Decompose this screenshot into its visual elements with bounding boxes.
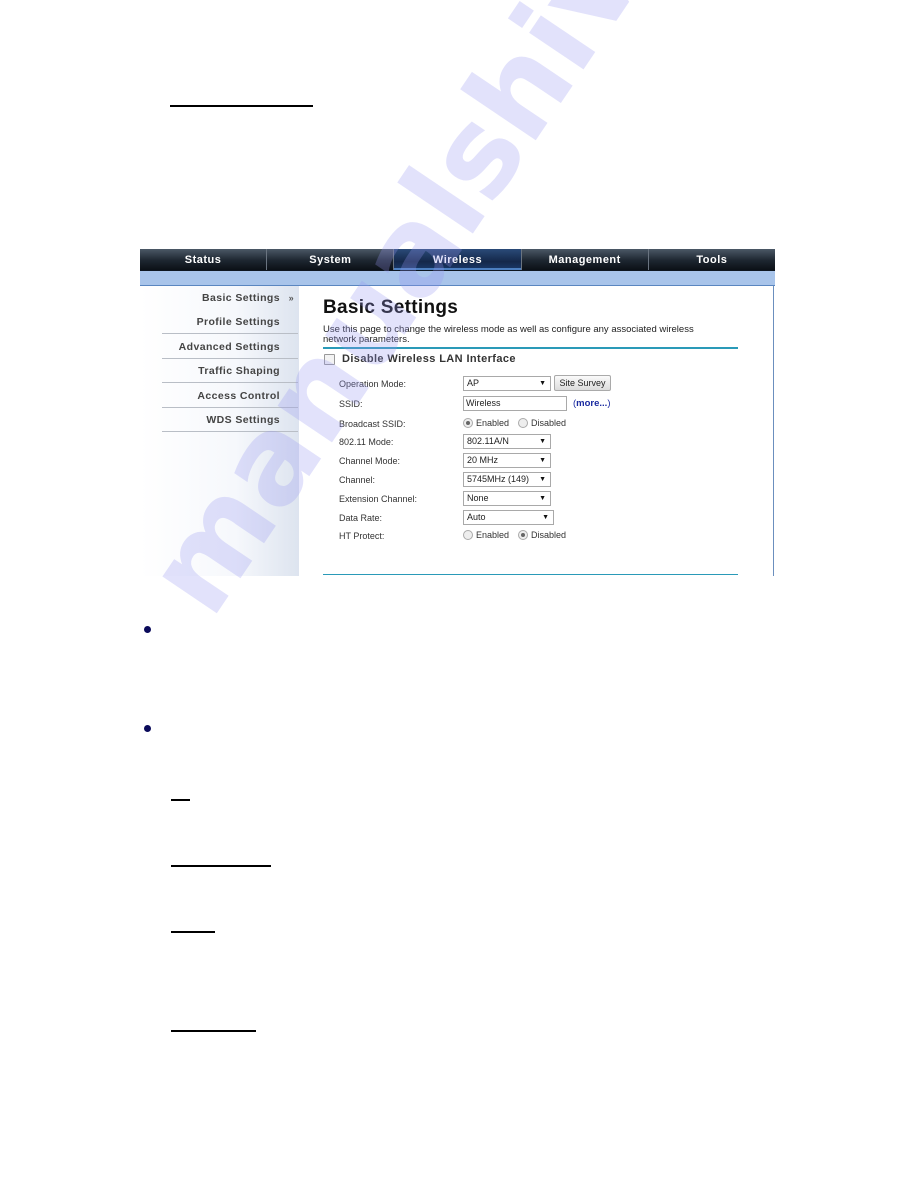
tab-tools[interactable]: Tools <box>649 249 775 270</box>
data-rate-select[interactable]: Auto ▼ <box>463 510 554 525</box>
tab-management[interactable]: Management <box>522 249 649 270</box>
broadcast-ssid-enabled-radio[interactable] <box>463 418 473 428</box>
sidebar-item-traffic-shaping[interactable]: Traffic Shaping <box>162 359 298 383</box>
operation-mode-select[interactable]: AP ▼ <box>463 376 551 391</box>
tab-system[interactable]: System <box>267 249 395 270</box>
data-rate-value: Auto <box>467 512 486 522</box>
more-link[interactable]: more... <box>576 398 607 409</box>
dropdown-arrow-icon: ▼ <box>539 495 546 502</box>
field-extension-channel: Extension Channel: None ▼ <box>339 491 739 508</box>
subheading-underline <box>171 1030 256 1032</box>
sidebar-item-advanced-settings[interactable]: Advanced Settings <box>162 335 298 359</box>
sidebar-item-label: WDS Settings <box>206 414 280 426</box>
ssid-input[interactable]: Wireless <box>463 396 567 411</box>
broadcast-ssid-label: Broadcast SSID: <box>339 419 406 429</box>
broadcast-ssid-disabled-radio[interactable] <box>518 418 529 428</box>
field-80211-mode: 802.11 Mode: 802.11A/N ▼ <box>339 434 739 451</box>
page-title: Basic Settings <box>323 297 459 318</box>
disable-wlan-checkbox[interactable] <box>324 353 335 365</box>
divider <box>323 347 738 349</box>
bullet-point <box>144 725 151 732</box>
bullet-point <box>144 626 151 633</box>
channel-mode-select[interactable]: 20 MHz ▼ <box>463 453 551 468</box>
channel-value: 5745MHz (149) <box>467 474 530 484</box>
divider-bottom <box>323 574 738 575</box>
subheading-underline <box>171 799 190 801</box>
top-nav-bar: Status System Wireless Management Tools <box>140 249 775 271</box>
sidebar-item-label: Traffic Shaping <box>198 365 280 377</box>
dropdown-arrow-icon: ▼ <box>539 457 546 464</box>
field-data-rate: Data Rate: Auto ▼ <box>339 510 739 527</box>
field-broadcast-ssid: Broadcast SSID: Enabled Disabled <box>339 416 739 433</box>
dropdown-arrow-icon: ▼ <box>539 380 546 387</box>
subheading-underline <box>171 865 271 867</box>
tab-status[interactable]: Status <box>140 249 268 270</box>
disable-wlan-row: Disable Wireless LAN Interface <box>324 353 516 365</box>
router-web-ui-screenshot: Status System Wireless Management Tools … <box>140 249 775 576</box>
mode-80211-label: 802.11 Mode: <box>339 437 394 447</box>
page-description: Use this page to change the wireless mod… <box>323 324 694 345</box>
field-ssid: SSID: Wireless (more...) <box>339 396 739 413</box>
tab-wireless[interactable]: Wireless <box>394 249 522 270</box>
sidebar-item-label: Basic Settings <box>202 292 280 304</box>
sidebar: Basic Settings » Profile Settings Advanc… <box>140 286 299 576</box>
data-rate-label: Data Rate: <box>339 513 383 523</box>
sidebar-item-profile-settings[interactable]: Profile Settings <box>162 310 298 334</box>
channel-mode-label: Channel Mode: <box>339 456 401 466</box>
double-chevron-right-icon: » <box>288 293 294 303</box>
extension-channel-select[interactable]: None ▼ <box>463 491 551 506</box>
operation-mode-value: AP <box>467 378 480 388</box>
content-border <box>773 286 774 576</box>
extension-channel-label: Extension Channel: <box>339 494 418 504</box>
paren-close: ) <box>607 398 611 409</box>
sidebar-item-label: Advanced Settings <box>178 341 280 353</box>
ht-protect-disabled-radio[interactable] <box>518 530 529 540</box>
channel-mode-value: 20 MHz <box>467 455 499 465</box>
field-operation-mode: Operation Mode: AP ▼ Site Survey <box>339 375 739 393</box>
sidebar-item-wds-settings[interactable]: WDS Settings <box>162 408 298 432</box>
subheading-underline <box>171 931 215 933</box>
extension-channel-value: None <box>467 493 489 503</box>
field-channel-mode: Channel Mode: 20 MHz ▼ <box>339 453 739 470</box>
operation-mode-label: Operation Mode: <box>339 379 407 389</box>
radio-label: Disabled <box>531 530 567 540</box>
sidebar-item-label: Access Control <box>197 390 280 402</box>
heading-underline <box>170 105 313 107</box>
ht-protect-label: HT Protect: <box>339 531 385 541</box>
field-channel: Channel: 5745MHz (149) ▼ <box>339 472 739 489</box>
more-link-wrap: (more...) <box>573 398 611 409</box>
sub-nav-bar <box>140 271 775 286</box>
site-survey-button[interactable]: Site Survey <box>554 375 611 391</box>
dropdown-arrow-icon: ▼ <box>539 438 546 445</box>
dropdown-arrow-icon: ▼ <box>542 514 549 521</box>
radio-label: Enabled <box>476 418 510 428</box>
field-ht-protect: HT Protect: Enabled Disabled <box>339 528 739 545</box>
radio-label: Disabled <box>531 418 567 428</box>
channel-label: Channel: <box>339 475 376 485</box>
dropdown-arrow-icon: ▼ <box>539 476 546 483</box>
mode-80211-select[interactable]: 802.11A/N ▼ <box>463 434 551 449</box>
sidebar-item-access-control[interactable]: Access Control <box>162 384 298 408</box>
sidebar-item-basic-settings[interactable]: Basic Settings » <box>162 286 298 310</box>
mode-80211-value: 802.11A/N <box>467 436 509 446</box>
ht-protect-enabled-radio[interactable] <box>463 530 473 540</box>
main-content: Basic Settings Use this page to change t… <box>323 286 738 576</box>
channel-select[interactable]: 5745MHz (149) ▼ <box>463 472 551 487</box>
sidebar-item-label: Profile Settings <box>196 316 280 328</box>
ssid-label: SSID: <box>339 399 363 409</box>
disable-wlan-label: Disable Wireless LAN Interface <box>342 353 516 365</box>
radio-label: Enabled <box>476 530 510 540</box>
